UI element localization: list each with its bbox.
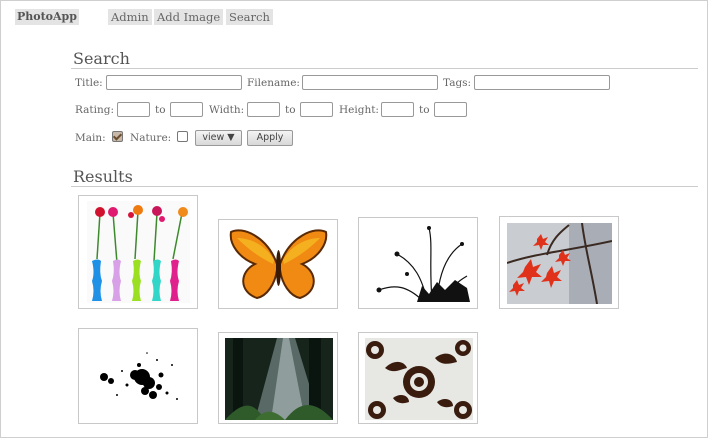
height-min-input[interactable] [381,102,414,117]
results-heading: Results [73,167,133,186]
height-label: Height: [339,104,379,116]
image-thumbnail-floral-pattern[interactable] [358,332,478,424]
rating-max-input[interactable] [170,102,203,117]
width-label: Width: [209,104,245,116]
image-thumbnail-red-leaves[interactable] [499,216,619,309]
nav-link-add-image[interactable]: Add Image [154,9,224,25]
rating-to-label: to [155,104,166,116]
red-leaves-image [507,223,612,304]
nav-link-search[interactable]: Search [226,9,273,25]
height-to-label: to [419,104,430,116]
ink-splatter-image [87,335,190,419]
filename-input[interactable] [302,75,438,90]
image-thumbnail-plants[interactable] [358,217,478,309]
tags-input[interactable] [474,75,610,90]
flowers-in-vases-image [87,201,190,303]
filename-label: Filename: [247,77,300,89]
nav-link-admin[interactable]: Admin [108,9,152,25]
floral-pattern-image [365,338,473,420]
butterfly-image [227,226,330,302]
main-checkbox[interactable] [112,131,123,142]
nature-checkbox[interactable] [177,131,188,142]
height-max-input[interactable] [434,102,467,117]
image-thumbnail-butterfly[interactable] [218,219,338,309]
view-select[interactable]: view ▼ [195,130,242,146]
app-window: PhotoApp Admin Add Image Search Search T… [0,0,708,438]
width-max-input[interactable] [300,102,333,117]
results-divider [71,186,698,187]
image-thumbnail-flowers[interactable] [78,195,198,309]
image-thumbnail-splatter[interactable] [78,328,198,424]
title-input[interactable] [106,75,242,90]
search-heading: Search [73,49,130,68]
main-label: Main: [75,132,106,144]
plant-silhouette-image [367,224,470,302]
tags-label: Tags: [443,77,472,89]
width-to-label: to [285,104,296,116]
brand-logo[interactable]: PhotoApp [15,9,79,25]
nature-label: Nature: [130,132,172,144]
forest-light-image [225,338,333,420]
image-thumbnail-forest[interactable] [218,332,338,424]
top-nav: PhotoApp Admin Add Image Search [1,9,707,27]
title-label: Title: [75,77,103,89]
apply-button[interactable]: Apply [247,130,293,146]
width-min-input[interactable] [247,102,280,117]
rating-min-input[interactable] [117,102,150,117]
search-divider [71,68,698,69]
rating-label: Rating: [75,104,115,116]
